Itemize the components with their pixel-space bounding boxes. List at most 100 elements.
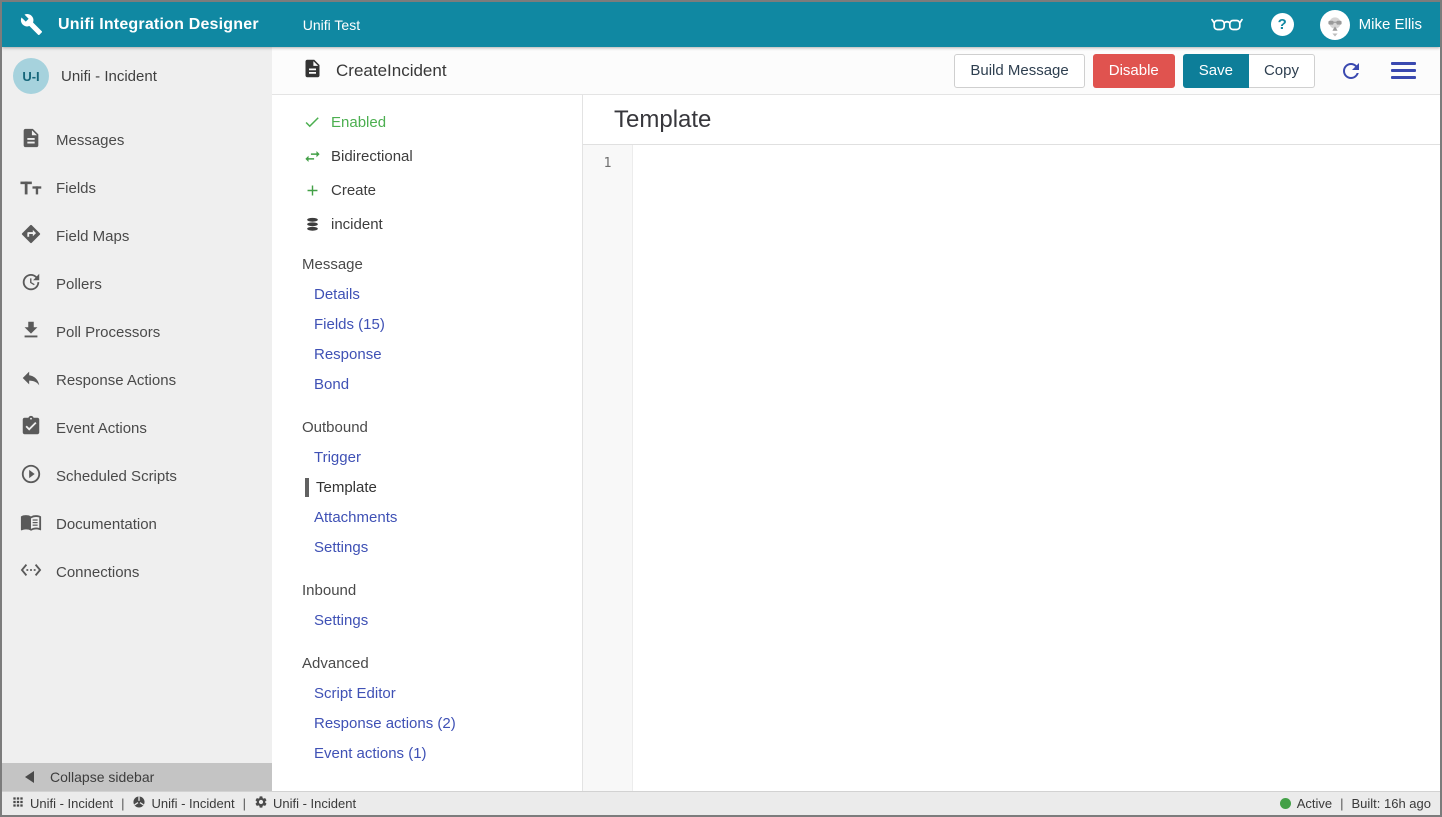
globe-icon xyxy=(132,795,146,812)
user-name: Mike Ellis xyxy=(1359,16,1422,33)
built-status-label: Built: 16h ago xyxy=(1351,796,1431,811)
collapse-sidebar-label: Collapse sidebar xyxy=(50,769,154,785)
statusbar-separator: | xyxy=(121,796,124,811)
ethernet-brackets-icon xyxy=(20,559,42,586)
section-title-outbound: Outbound xyxy=(302,412,582,442)
save-button[interactable]: Save xyxy=(1183,54,1249,88)
message-nav-panel: Enabled Bidirectional Create incident xyxy=(272,95,582,791)
open-book-icon xyxy=(20,511,42,538)
nav-link-attachments[interactable]: Attachments xyxy=(302,502,582,532)
menu-icon[interactable] xyxy=(1391,62,1416,80)
sidebar-item-label: Event Actions xyxy=(56,420,147,437)
statusbar-context-apps[interactable]: Unifi - Incident xyxy=(11,795,113,812)
sidebar: U-I Unifi - Incident Messages Fields xyxy=(2,47,272,791)
statusbar-context-label: Unifi - Incident xyxy=(151,796,234,811)
sidebar-item-documentation[interactable]: Documentation xyxy=(2,500,272,548)
section-title-inbound: Inbound xyxy=(302,575,582,605)
statusbar-context-integration[interactable]: Unifi - Incident xyxy=(132,795,234,812)
nav-link-event-actions[interactable]: Event actions (1) xyxy=(302,738,582,768)
nav-link-bond[interactable]: Bond xyxy=(302,369,582,399)
nav-link-response[interactable]: Response xyxy=(302,339,582,369)
statusbar-context-settings[interactable]: Unifi - Incident xyxy=(254,795,356,812)
nav-link-template[interactable]: Template xyxy=(302,472,582,502)
sidebar-item-response-actions[interactable]: Response Actions xyxy=(2,356,272,404)
editor-gutter: 1 xyxy=(583,145,633,791)
copy-button[interactable]: Copy xyxy=(1249,54,1315,88)
nav-link-script-editor[interactable]: Script Editor xyxy=(302,678,582,708)
wrench-icon xyxy=(20,13,43,36)
sidebar-item-label: Pollers xyxy=(56,276,102,293)
glasses-icon[interactable] xyxy=(1211,14,1243,35)
nav-link-details[interactable]: Details xyxy=(302,279,582,309)
table-label: incident xyxy=(331,216,383,233)
nav-section-advanced: Advanced Script Editor Response actions … xyxy=(302,648,582,768)
gear-icon xyxy=(254,795,268,812)
nav-section-outbound: Outbound Trigger Template Attachments Se… xyxy=(302,412,582,562)
sidebar-item-pollers[interactable]: Pollers xyxy=(2,260,272,308)
refresh-icon[interactable] xyxy=(1339,59,1363,83)
statusbar-separator: | xyxy=(243,796,246,811)
app-window: Unifi Integration Designer Unifi Test ? xyxy=(0,0,1442,817)
check-icon xyxy=(302,113,322,131)
collapse-sidebar-button[interactable]: Collapse sidebar xyxy=(2,763,272,791)
sidebar-app-header[interactable]: U-I Unifi - Incident xyxy=(2,47,272,105)
nav-link-trigger[interactable]: Trigger xyxy=(302,442,582,472)
sidebar-item-label: Field Maps xyxy=(56,228,129,245)
swap-arrows-icon xyxy=(302,147,322,166)
editor-title: Template xyxy=(614,106,711,134)
sidebar-item-messages[interactable]: Messages xyxy=(2,116,272,164)
database-icon xyxy=(302,217,322,232)
nav-link-response-actions[interactable]: Response actions (2) xyxy=(302,708,582,738)
help-glyph: ? xyxy=(1278,16,1287,33)
document-icon xyxy=(20,127,42,154)
active-status-label: Active xyxy=(1297,796,1332,811)
statusbar-separator: | xyxy=(1340,796,1343,811)
sidebar-item-fields[interactable]: Fields xyxy=(2,164,272,212)
disable-button[interactable]: Disable xyxy=(1093,54,1175,88)
nav-link-inbound-settings[interactable]: Settings xyxy=(302,605,582,635)
sidebar-item-connections[interactable]: Connections xyxy=(2,548,272,596)
code-editor-input[interactable] xyxy=(633,145,1440,791)
create-action-item[interactable]: Create xyxy=(302,173,582,207)
sidebar-item-field-maps[interactable]: Field Maps xyxy=(2,212,272,260)
nav-link-outbound-settings[interactable]: Settings xyxy=(302,532,582,562)
bidirectional-label: Bidirectional xyxy=(331,148,413,165)
statusbar-context-label: Unifi - Incident xyxy=(30,796,113,811)
selected-indicator xyxy=(305,478,309,497)
sidebar-item-scheduled-scripts[interactable]: Scheduled Scripts xyxy=(2,452,272,500)
play-circle-icon xyxy=(20,463,42,490)
target-table-item[interactable]: incident xyxy=(302,207,582,241)
build-message-button[interactable]: Build Message xyxy=(954,54,1084,88)
sidebar-item-label: Documentation xyxy=(56,516,157,533)
sidebar-app-name: Unifi - Incident xyxy=(61,68,157,85)
collapse-arrow-icon xyxy=(25,771,34,783)
statusbar: Unifi - Incident | Unifi - Incident | Un… xyxy=(2,791,1440,815)
user-menu[interactable]: Mike Ellis xyxy=(1320,10,1422,40)
sidebar-item-poll-processors[interactable]: Poll Processors xyxy=(2,308,272,356)
message-document-icon xyxy=(302,58,323,84)
create-label: Create xyxy=(331,182,376,199)
template-editor-pane: Template 1 xyxy=(582,95,1440,791)
enabled-label: Enabled xyxy=(331,114,386,131)
topbar: Unifi Integration Designer Unifi Test ? xyxy=(2,2,1440,47)
nav-link-fields[interactable]: Fields (15) xyxy=(302,309,582,339)
message-header: CreateIncident Build Message Disable Sav… xyxy=(272,47,1440,95)
active-status-dot xyxy=(1280,798,1291,809)
editor-titlebar: Template xyxy=(583,95,1440,145)
help-icon[interactable]: ? xyxy=(1271,13,1294,36)
sidebar-menu: Messages Fields Field Maps xyxy=(2,105,272,763)
update-clock-icon xyxy=(20,271,42,298)
bidirectional-toggle[interactable]: Bidirectional xyxy=(302,139,582,173)
message-title: CreateIncident xyxy=(336,61,447,81)
sidebar-item-label: Scheduled Scripts xyxy=(56,468,177,485)
nav-section-message: Message Details Fields (15) Response Bon… xyxy=(302,249,582,399)
app-title: Unifi Integration Designer xyxy=(58,16,259,34)
line-number: 1 xyxy=(604,156,612,171)
sidebar-item-event-actions[interactable]: Event Actions xyxy=(2,404,272,452)
nav-section-inbound: Inbound Settings xyxy=(302,575,582,635)
plus-icon xyxy=(302,182,322,199)
user-avatar-icon xyxy=(1320,10,1350,40)
enabled-toggle[interactable]: Enabled xyxy=(302,105,582,139)
sidebar-item-label: Fields xyxy=(56,180,96,197)
section-title-message: Message xyxy=(302,249,582,279)
